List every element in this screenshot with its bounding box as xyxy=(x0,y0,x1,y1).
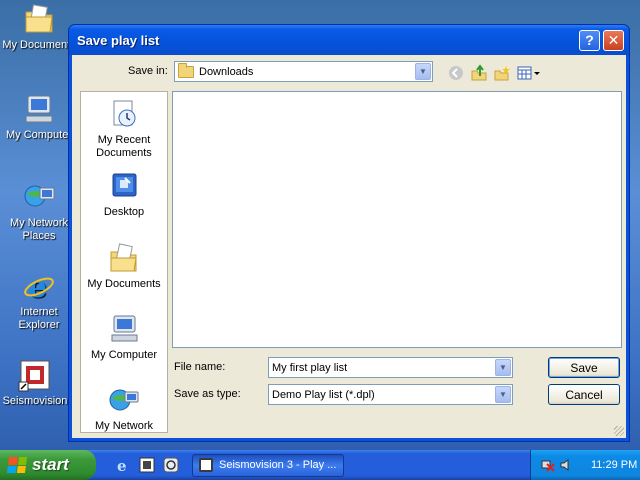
chevron-down-icon[interactable]: ▼ xyxy=(495,359,511,376)
desktop-icon-network[interactable]: My Network Places xyxy=(0,180,78,243)
dialog-title: Save play list xyxy=(77,32,160,48)
svg-text:e: e xyxy=(28,270,47,303)
desktop-icon xyxy=(108,170,140,202)
windows-flag-icon xyxy=(6,457,28,473)
place-my-network[interactable]: My Network Places xyxy=(81,384,167,432)
up-folder-icon[interactable] xyxy=(469,63,489,83)
resize-grip[interactable] xyxy=(614,426,624,436)
desktop-icon-label: Internet Explorer xyxy=(18,306,60,331)
cancel-button[interactable]: Cancel xyxy=(548,384,620,405)
file-list-view[interactable] xyxy=(172,91,622,348)
start-button[interactable]: start xyxy=(0,450,96,480)
place-desktop[interactable]: Desktop xyxy=(81,170,167,219)
place-label: My Recent Documents xyxy=(96,134,152,159)
chevron-down-icon[interactable]: ▼ xyxy=(415,63,431,80)
view-menu-icon[interactable] xyxy=(516,63,542,83)
task-label: Seismovision 3 - Play ... xyxy=(219,459,337,471)
desktop-icon-label: My Documents xyxy=(2,39,76,51)
my-network-icon xyxy=(108,384,140,416)
seismovision-icon[interactable] xyxy=(138,456,156,474)
clock[interactable]: 11:29 PM xyxy=(591,459,637,471)
desktop-icon-seismovision[interactable]: Seismovision xyxy=(0,358,74,408)
place-label: Desktop xyxy=(103,206,145,218)
place-my-computer[interactable]: My Computer xyxy=(81,313,167,362)
close-button[interactable]: ✕ xyxy=(603,29,624,51)
dialog-client-area: Save in: Downloads ▼ My Recent Documents xyxy=(72,55,626,438)
back-icon[interactable] xyxy=(446,63,466,83)
desktop-icon-label: Seismovision xyxy=(2,395,68,407)
save-as-type-label: Save as type: xyxy=(174,388,241,400)
system-tray: 11:29 PM xyxy=(530,450,640,480)
save-in-value: Downloads xyxy=(199,65,254,78)
desktop-icon-label: My Network Places xyxy=(9,217,69,242)
folder-icon xyxy=(178,62,194,78)
place-label: My Network Places xyxy=(94,420,154,432)
save-as-type-value: Demo Play list (*.dpl) xyxy=(272,388,375,401)
internet-explorer-icon[interactable]: e xyxy=(114,456,132,474)
recent-documents-icon xyxy=(108,98,140,130)
save-as-type-select[interactable]: Demo Play list (*.dpl) ▼ xyxy=(268,384,513,405)
place-recent-documents[interactable]: My Recent Documents xyxy=(81,98,167,160)
media-player-icon[interactable] xyxy=(162,456,180,474)
quick-launch: e xyxy=(114,456,180,474)
folder-documents-icon xyxy=(22,2,56,36)
network-status-icon[interactable] xyxy=(541,458,555,472)
desktop-icon-my-computer[interactable]: My Computer xyxy=(0,92,78,142)
taskbar: start e Seismovision 3 - Play ... 11:29 … xyxy=(0,450,640,480)
desktop-icon-my-documents[interactable]: My Documents xyxy=(0,2,78,52)
computer-icon xyxy=(22,92,56,126)
chevron-down-icon[interactable]: ▼ xyxy=(495,386,511,403)
file-name-field[interactable]: My first play list ▼ xyxy=(268,357,513,378)
speaker-icon[interactable] xyxy=(559,458,573,472)
internet-explorer-icon: e xyxy=(22,269,56,305)
svg-text:e: e xyxy=(117,457,127,473)
desktop-icon-internet-explorer[interactable]: e Internet Explorer xyxy=(0,269,78,332)
start-label: start xyxy=(32,455,69,474)
place-label: My Documents xyxy=(87,278,161,290)
my-computer-icon xyxy=(108,313,140,345)
help-button[interactable]: ? xyxy=(579,29,600,51)
save-in-combo[interactable]: Downloads ▼ xyxy=(174,61,433,82)
seismovision-icon xyxy=(18,358,52,392)
place-label: My Computer xyxy=(90,349,158,361)
file-name-value: My first play list xyxy=(272,361,348,374)
save-in-label: Save in: xyxy=(128,65,168,77)
my-documents-icon xyxy=(108,242,140,274)
seismovision-icon xyxy=(199,458,213,472)
desktop-icon-label: My Computer xyxy=(5,129,73,141)
save-button[interactable]: Save xyxy=(548,357,620,378)
dialog-title-bar[interactable]: Save play list ? ✕ xyxy=(69,25,629,55)
file-name-label: File name: xyxy=(174,361,226,373)
save-playlist-dialog: Save play list ? ✕ Save in: Downloads ▼ xyxy=(68,24,630,442)
place-my-documents[interactable]: My Documents xyxy=(81,242,167,291)
places-bar: My Recent Documents Desktop My Documents… xyxy=(80,91,168,433)
network-places-icon xyxy=(22,180,56,214)
new-folder-icon[interactable] xyxy=(492,63,512,83)
taskbar-task-seismovision[interactable]: Seismovision 3 - Play ... xyxy=(192,453,344,477)
